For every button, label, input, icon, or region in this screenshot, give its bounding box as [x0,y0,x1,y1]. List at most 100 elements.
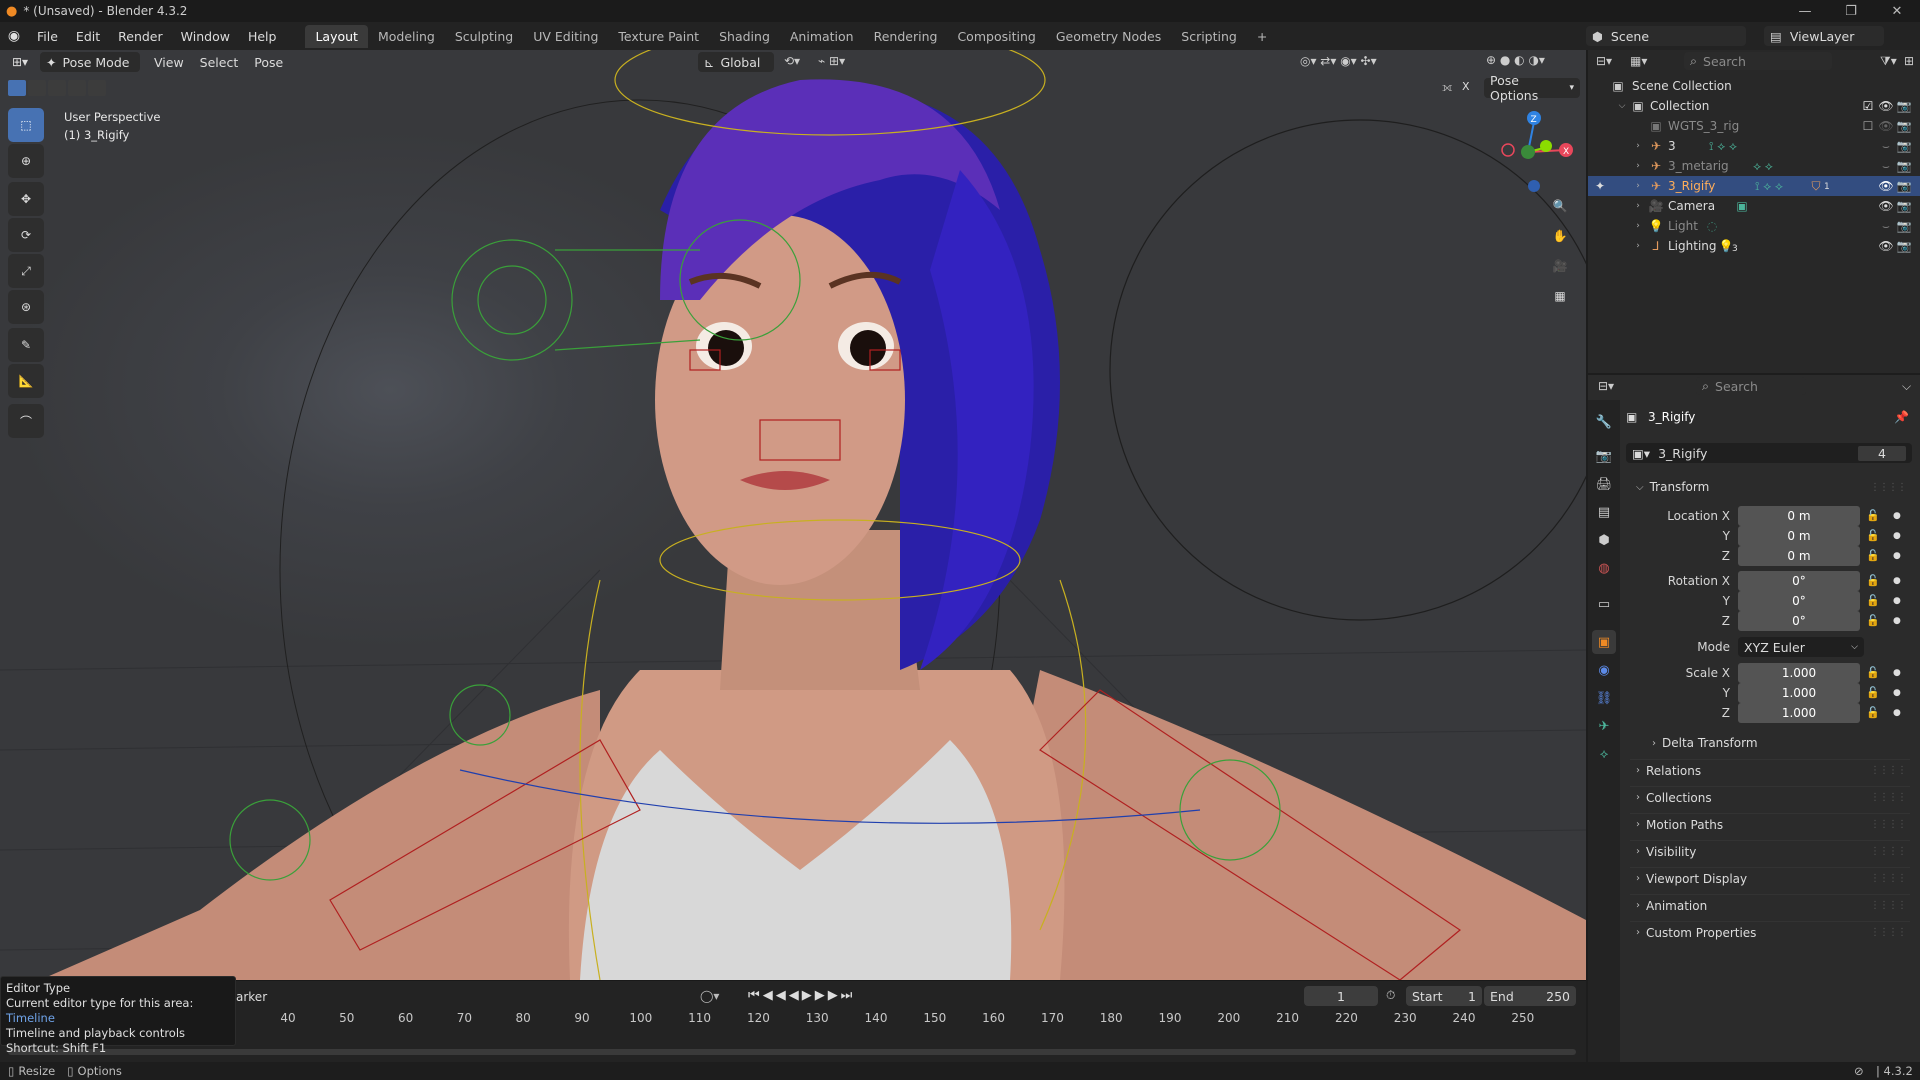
camera-render-icon[interactable]: 📷 [1896,238,1912,254]
pivot-icon[interactable]: ⟲▾ [784,54,800,68]
expand-arrow-icon[interactable]: › [1630,178,1646,194]
camera-render-icon[interactable]: 📷 [1896,178,1912,194]
expand-arrow-icon[interactable]: › [1630,138,1646,154]
tab-rendering[interactable]: Rendering [864,25,948,48]
eye-closed-icon[interactable]: ⌣ [1878,138,1894,154]
outliner-row-scene-collection[interactable]: ▣ Scene Collection [1588,76,1920,96]
blender-menu-icon[interactable]: ◉ [0,28,28,44]
physics-tab-icon[interactable]: ◉ [1592,658,1616,682]
menu-edit[interactable]: Edit [67,29,109,44]
drag-grip-icon[interactable]: ⋮⋮⋮⋮ [1870,482,1907,493]
keyframe-dot-icon[interactable]: ● [1893,708,1901,718]
gizmo-neg-z-icon[interactable] [1528,180,1540,192]
gizmo-y-axis-icon[interactable] [1540,140,1552,152]
motion-paths-panel-header[interactable]: › Motion Paths ⋮⋮⋮⋮ [1630,813,1910,835]
mirror-icon[interactable]: ⟗ [1442,80,1453,95]
rotate-tool-icon[interactable]: ⟳ [8,218,44,252]
stopwatch-icon[interactable]: ⏱ [1386,988,1395,1003]
outliner-row-camera[interactable]: › 🎥 Camera ▣ 👁 📷 [1588,196,1920,216]
rotation-z-field[interactable]: 0° [1738,611,1860,631]
drag-grip-icon[interactable]: ⋮⋮⋮⋮ [1870,765,1907,776]
menu-file[interactable]: File [28,29,67,44]
outliner-row-3-metarig[interactable]: › ✈ 3_metarig ⟡ ⟡ ⌣ 📷 [1588,156,1920,176]
shading-modes-icon[interactable]: ⊕ ● ◐ ◑▾ [1486,53,1545,67]
menu-select[interactable]: Select [192,55,247,70]
outliner-search-input[interactable]: ⌕ Search [1684,52,1832,70]
expand-arrow-icon[interactable]: ⌵ [1614,98,1630,114]
lock-icon[interactable]: 🔓 [1866,549,1880,562]
bone-tab-icon[interactable]: ⟡ [1592,742,1616,766]
end-frame-field[interactable]: End 250 [1484,986,1576,1006]
rotation-x-field[interactable]: 0° [1738,571,1860,591]
navigation-gizmo[interactable]: Z X [1490,106,1580,196]
eye-closed-icon[interactable]: ⌣ [1878,158,1894,174]
snap-icon[interactable]: ⌁ ⊞▾ [818,54,845,68]
scale-z-field[interactable]: 1.000 [1738,703,1860,723]
3d-viewport[interactable] [0,50,1586,980]
marker-menu[interactable]: arker [236,990,267,1004]
relations-panel-header[interactable]: › Relations ⋮⋮⋮⋮ [1630,759,1910,781]
tab-modeling[interactable]: Modeling [368,25,445,48]
menu-pose[interactable]: Pose [246,55,291,70]
mode-selector[interactable]: ✦ Pose Mode [40,52,140,72]
scale-x-field[interactable]: 1.000 [1738,663,1860,683]
chevron-down-icon[interactable]: ⌵ [1902,379,1911,394]
animation-panel-header[interactable]: › Animation ⋮⋮⋮⋮ [1630,894,1910,916]
select-invert-icon[interactable] [68,80,86,96]
expand-arrow-icon[interactable]: › [1630,238,1646,254]
close-button[interactable]: ✕ [1874,0,1920,22]
zoom-icon[interactable]: 🔍 [1546,192,1574,220]
eye-icon[interactable]: 👁 [1878,178,1894,194]
display-mode-icon[interactable]: ▦▾ [1630,54,1647,68]
drag-grip-icon[interactable]: ⋮⋮⋮⋮ [1870,846,1907,857]
x-mirror-button[interactable]: X [1462,80,1470,93]
playback-controls-icon[interactable]: ⏮◀◀◀▶▶▶⏭ [748,988,855,1003]
tab-scripting[interactable]: Scripting [1171,25,1247,48]
outliner-row-3-rigify[interactable]: ✦ › ✈ 3_Rigify ⟟ ⟡ ⟡ ⛉ 1 👁 📷 [1588,176,1920,196]
outliner-row-3[interactable]: › ✈ 3 ⟟ ⟡ ⟡ ⌣ 📷 [1588,136,1920,156]
overlays-icon[interactable]: ◎▾ ⇄▾ ◉▾ ✣▾ [1300,54,1377,68]
tab-uv-editing[interactable]: UV Editing [523,25,608,48]
pose-mode-icon[interactable]: ✦ [1592,178,1608,194]
select-extend-icon[interactable] [28,80,46,96]
lock-icon[interactable]: 🔓 [1866,706,1880,719]
rotation-mode-dropdown[interactable]: XYZ Euler ⌵ [1738,637,1864,657]
gizmo-neg-x-icon[interactable] [1501,143,1515,157]
lock-icon[interactable]: 🔓 [1866,666,1880,679]
camera-view-icon[interactable]: 🎥 [1546,252,1574,280]
view-layer-tab-icon[interactable]: ▤ [1592,500,1616,524]
keyframe-dot-icon[interactable]: ● [1893,616,1901,626]
keyframe-dot-icon[interactable]: ● [1893,511,1901,521]
drag-grip-icon[interactable]: ⋮⋮⋮⋮ [1870,927,1907,938]
move-tool-icon[interactable]: ✥ [8,182,44,216]
outliner-editor-type-icon[interactable]: ⊟▾ [1596,54,1612,68]
outliner-row-collection[interactable]: ⌵ ▣ Collection ☑ 👁 📷 [1588,96,1920,116]
minimize-button[interactable]: — [1782,0,1828,22]
expand-arrow-icon[interactable]: › [1630,198,1646,214]
add-workspace-button[interactable]: + [1247,25,1277,48]
eye-closed-icon[interactable]: ⌣ [1878,218,1894,234]
camera-render-icon[interactable]: 📷 [1896,198,1912,214]
world-tab-icon[interactable]: ◍ [1592,556,1616,580]
timeline-editor[interactable]: arker ◯▾ ⏮◀◀◀▶▶▶⏭ 1 ⏱ Start 1 End 250 40… [0,980,1586,1062]
expand-arrow-icon[interactable]: › [1630,218,1646,234]
object-tab-icon[interactable]: ▣ [1592,630,1616,654]
drag-grip-icon[interactable]: ⋮⋮⋮⋮ [1870,792,1907,803]
lock-icon[interactable]: 🔓 [1866,686,1880,699]
location-y-field[interactable]: 0 m [1738,526,1860,546]
pin-icon[interactable]: 📌 [1894,410,1909,424]
camera-render-icon[interactable]: 📷 [1896,98,1912,114]
select-new-icon[interactable] [8,80,26,96]
object-datablock-field[interactable]: ▣▾ 3_Rigify 4 [1626,443,1912,463]
eye-icon[interactable]: 👁 [1878,118,1894,134]
lock-icon[interactable]: 🔓 [1866,574,1880,587]
view-layer-selector[interactable]: ▤ ViewLayer [1764,26,1884,46]
filter-icon[interactable]: ⧩▾ [1880,54,1897,69]
collection-tab-icon[interactable]: ▭ [1592,592,1616,616]
viewport-display-panel-header[interactable]: › Viewport Display ⋮⋮⋮⋮ [1630,867,1910,889]
camera-render-icon[interactable]: 📷 [1896,158,1912,174]
bone-relax-tool-icon[interactable]: ⌒ [8,404,44,438]
keyframe-dot-icon[interactable]: ● [1893,551,1901,561]
camera-render-icon[interactable]: 📷 [1896,138,1912,154]
outliner-row-lighting[interactable]: › ⅃ Lighting 💡 3 👁 📷 [1588,236,1920,256]
